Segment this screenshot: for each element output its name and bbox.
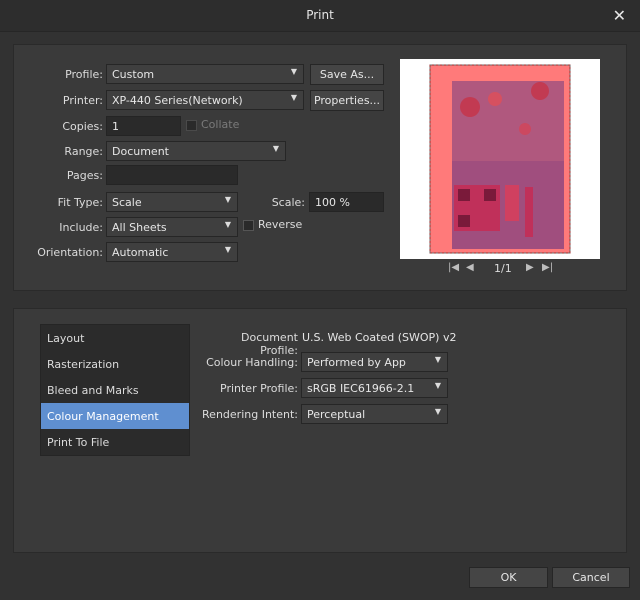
pages-label: Pages: [66,169,103,182]
printer-profile-dropdown[interactable]: sRGB IEC61966-2.1 ▼ [301,378,448,398]
printer-value: XP-440 Series(Network) [112,94,243,107]
chevron-down-icon: ▼ [434,407,441,416]
profile-value: Custom [112,68,155,81]
next-page-icon[interactable]: ▶ [526,262,534,273]
chevron-down-icon: ▼ [224,195,231,204]
scale-input[interactable]: 100 % [309,192,384,212]
colour-handling-dropdown[interactable]: Performed by App ▼ [301,352,448,372]
sidebar-item-colour-management[interactable]: Colour Management [41,403,189,429]
copies-input[interactable]: 1 [106,116,181,136]
colour-handling-label: Colour Handling: [206,356,298,369]
chevron-down-icon: ▼ [434,355,441,364]
sidebar-item-layout[interactable]: Layout [41,325,189,351]
pages-input[interactable] [106,165,238,185]
copies-label: Copies: [62,120,103,133]
settings-category-list: Layout Rasterization Bleed and Marks Col… [40,324,190,456]
printer-profile-value: sRGB IEC61966-2.1 [307,382,415,395]
fit-type-label: Fit Type: [57,196,103,209]
first-page-icon[interactable]: |◀ [448,262,459,273]
orientation-value: Automatic [112,246,169,259]
colour-handling-value: Performed by App [307,356,406,369]
fit-type-value: Scale [112,196,142,209]
previous-page-icon[interactable]: ◀ [466,262,474,273]
fit-type-dropdown[interactable]: Scale ▼ [106,192,238,212]
sidebar-item-bleed-and-marks[interactable]: Bleed and Marks [41,377,189,403]
collate-label: Collate [201,118,240,131]
reverse-label: Reverse [258,218,303,231]
chevron-down-icon: ▼ [224,220,231,229]
collate-checkbox[interactable] [186,120,197,131]
range-dropdown[interactable]: Document ▼ [106,141,286,161]
page-indicator: 1/1 [494,262,512,275]
orientation-dropdown[interactable]: Automatic ▼ [106,242,238,262]
sidebar-item-print-to-file[interactable]: Print To File [41,429,189,455]
rendering-intent-value: Perceptual [307,408,366,421]
range-label: Range: [64,145,103,158]
include-label: Include: [59,221,103,234]
rendering-intent-label: Rendering Intent: [202,408,298,421]
print-preview [400,59,600,259]
title-bar: Print ✕ [0,0,640,32]
profile-dropdown[interactable]: Custom ▼ [106,64,304,84]
document-profile-value: U.S. Web Coated (SWOP) v2 [302,331,457,344]
range-value: Document [112,145,169,158]
save-as-button[interactable]: Save As... [310,64,384,85]
rendering-intent-dropdown[interactable]: Perceptual ▼ [301,404,448,424]
chevron-down-icon: ▼ [290,67,297,76]
preview-page-image [429,64,571,254]
properties-button[interactable]: Properties... [310,90,384,111]
profile-label: Profile: [65,68,103,81]
close-icon[interactable]: ✕ [613,6,626,25]
chevron-down-icon: ▼ [272,144,279,153]
chevron-down-icon: ▼ [290,93,297,102]
scale-label: Scale: [271,196,305,209]
printer-profile-label: Printer Profile: [220,382,298,395]
orientation-label: Orientation: [37,246,103,259]
window-title: Print [306,8,334,22]
printer-label: Printer: [62,94,103,107]
chevron-down-icon: ▼ [224,245,231,254]
chevron-down-icon: ▼ [434,381,441,390]
include-dropdown[interactable]: All Sheets ▼ [106,217,238,237]
reverse-checkbox[interactable] [243,220,254,231]
sidebar-item-rasterization[interactable]: Rasterization [41,351,189,377]
printer-dropdown[interactable]: XP-440 Series(Network) ▼ [106,90,304,110]
document-profile-label: Document Profile: [241,331,298,357]
last-page-icon[interactable]: ▶| [542,262,553,273]
cancel-button[interactable]: Cancel [552,567,630,588]
ok-button[interactable]: OK [469,567,548,588]
include-value: All Sheets [112,221,167,234]
